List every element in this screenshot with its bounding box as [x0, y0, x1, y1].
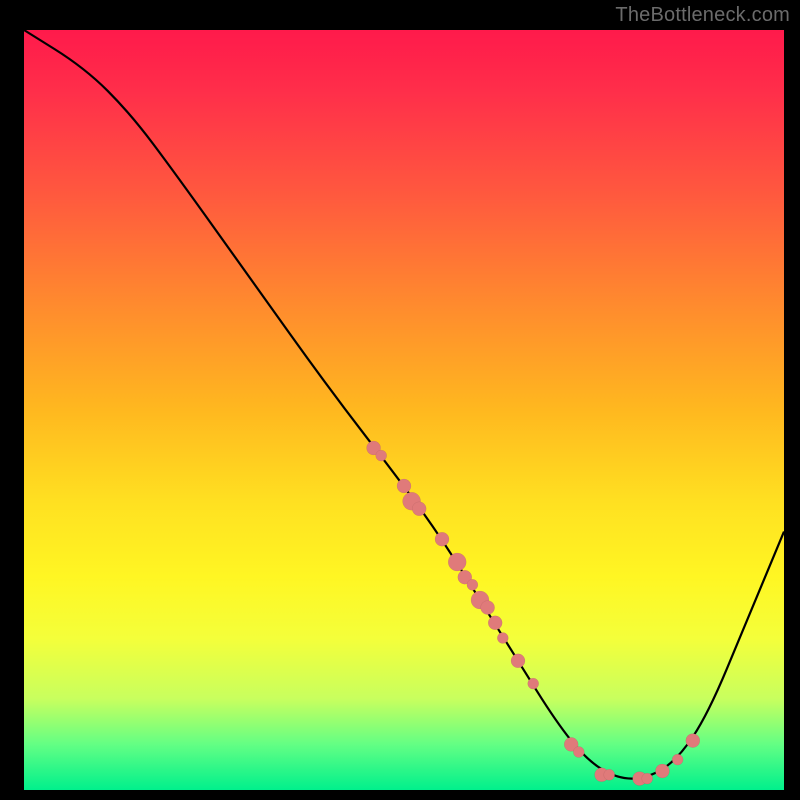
data-point	[528, 678, 539, 689]
data-point	[481, 601, 495, 615]
data-point	[511, 654, 525, 668]
plot-area	[22, 30, 784, 792]
data-point	[672, 754, 683, 765]
data-point	[448, 553, 466, 571]
data-point	[642, 773, 653, 784]
chart-svg	[24, 30, 784, 790]
data-point	[655, 764, 669, 778]
data-point	[497, 633, 508, 644]
data-point	[435, 532, 449, 546]
data-point	[376, 450, 387, 461]
data-points	[367, 441, 700, 786]
data-point	[412, 502, 426, 516]
data-point	[467, 579, 478, 590]
attribution-text: TheBottleneck.com	[615, 4, 790, 27]
data-point	[604, 769, 615, 780]
data-point	[488, 616, 502, 630]
data-point	[573, 747, 584, 758]
data-point	[686, 734, 700, 748]
bottleneck-curve	[24, 30, 784, 779]
data-point	[397, 479, 411, 493]
chart-frame: TheBottleneck.com	[0, 0, 800, 800]
